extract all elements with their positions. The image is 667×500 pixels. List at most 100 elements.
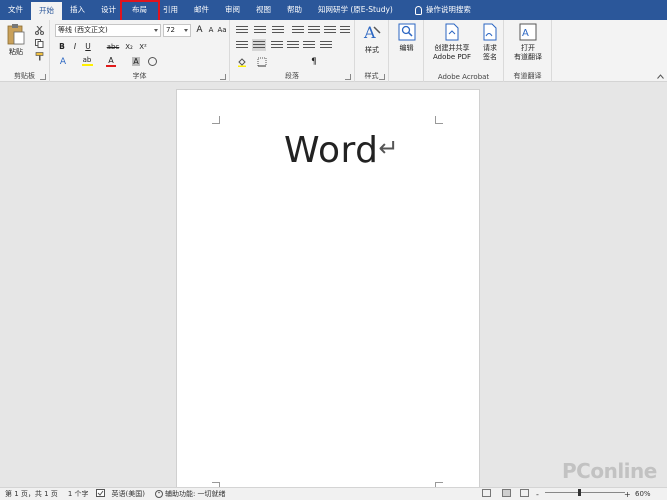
status-bar: 第 1 页，共 1 页 1 个字 英语(美国) 辅助功能: 一切就绪 60% -… (0, 487, 667, 500)
text-effects-button[interactable]: A (57, 56, 69, 67)
zoom-out-button[interactable]: - (536, 490, 539, 499)
font-size-value: 72 (166, 26, 175, 34)
acrobat-group-label: Adobe Acrobat (437, 73, 490, 81)
underline-button[interactable]: U (83, 41, 93, 52)
chinese-layout-icon[interactable] (324, 26, 336, 35)
tell-me-search[interactable]: 操作说明搜索 (407, 0, 479, 20)
align-right-icon[interactable] (271, 41, 283, 50)
distributed-icon[interactable] (303, 41, 315, 50)
grow-font-icon: A (196, 25, 203, 35)
tab-cnki-estudy[interactable]: 知网研学 (原E-Study) (310, 0, 401, 20)
format-painter-icon[interactable] (33, 51, 45, 61)
document-word: Word (284, 130, 379, 171)
borders-button[interactable] (256, 56, 268, 67)
paste-icon (7, 24, 25, 45)
align-left-icon[interactable] (236, 41, 248, 50)
zoom-level[interactable]: 60% (630, 490, 656, 498)
subscript-button[interactable]: X₂ (123, 41, 135, 52)
font-size-combo[interactable]: 72 (163, 24, 191, 37)
document-body-text[interactable]: Word↵ (284, 130, 399, 171)
editing-group: 编辑 (389, 20, 424, 82)
highlight-button[interactable]: ab (80, 56, 94, 67)
document-page[interactable]: Word↵ (176, 89, 480, 490)
search-icon (398, 23, 415, 41)
bold-button[interactable]: B (57, 41, 67, 52)
tab-file[interactable]: 文件 (0, 0, 31, 20)
web-layout-icon[interactable] (520, 489, 529, 497)
paragraph-mark-icon: ↵ (378, 134, 400, 162)
font-color-button[interactable]: A (105, 56, 117, 67)
word-count[interactable]: 1 个字 (63, 489, 94, 499)
styles-launcher-icon[interactable] (379, 74, 385, 80)
tab-design[interactable]: 设计 (93, 0, 124, 20)
ribbon: 粘贴 剪贴板 等线 (西文正文) 72 A A Aa B I U abc X₂ … (0, 20, 667, 82)
bullets-icon[interactable] (236, 26, 248, 35)
tab-mailings[interactable]: 邮件 (186, 0, 217, 20)
character-shading-icon: A (132, 57, 140, 66)
text-effects-icon: A (59, 56, 67, 67)
youdao-translate-button[interactable]: A 打开 有道翻译 (507, 23, 549, 62)
multilevel-list-icon[interactable] (272, 26, 284, 35)
italic-icon: I (73, 42, 77, 51)
bold-icon: B (59, 42, 65, 51)
cut-icon[interactable] (33, 25, 45, 35)
tab-view[interactable]: 视图 (248, 0, 279, 20)
font-launcher-icon[interactable] (220, 74, 226, 80)
print-layout-icon[interactable] (502, 489, 511, 497)
change-case-icon: Aa (217, 26, 227, 34)
italic-button[interactable]: I (70, 41, 80, 52)
paste-button[interactable]: 粘贴 (3, 23, 29, 57)
numbering-icon[interactable] (254, 26, 266, 35)
zoom-in-button[interactable]: + (624, 490, 631, 499)
paragraph-group-label: 段落 (285, 72, 299, 80)
read-mode-icon[interactable] (482, 489, 491, 497)
tab-help[interactable]: 帮助 (279, 0, 310, 20)
zoom-slider-thumb[interactable] (578, 489, 581, 496)
font-color-icon: A (108, 55, 114, 65)
create-pdf-label-2: Adobe PDF (432, 53, 471, 61)
highlight-icon: ab (82, 56, 92, 64)
strikethrough-button[interactable]: abc (106, 41, 120, 52)
request-sign-button[interactable]: 请求 签名 (478, 23, 502, 62)
tab-insert[interactable]: 插入 (62, 0, 93, 20)
superscript-icon: X² (139, 42, 147, 51)
font-group: 等线 (西文正文) 72 A A Aa B I U abc X₂ X² A ab… (50, 20, 230, 82)
tab-review[interactable]: 审阅 (217, 0, 248, 20)
character-shading-button[interactable]: A (130, 56, 142, 67)
font-name-value: 等线 (西文正文) (58, 26, 108, 34)
paste-label: 粘贴 (9, 48, 23, 56)
justify-icon[interactable] (287, 41, 299, 50)
tab-references[interactable]: 引用 (155, 0, 186, 20)
superscript-button[interactable]: X² (137, 41, 149, 52)
language-status[interactable]: 英语(美国) (107, 489, 150, 499)
zoom-slider[interactable] (545, 492, 625, 493)
increase-indent-icon[interactable] (308, 26, 320, 35)
clipboard-launcher-icon[interactable] (40, 74, 46, 80)
create-pdf-button[interactable]: 创建并共享 Adobe PDF (427, 23, 477, 62)
font-name-combo[interactable]: 等线 (西文正文) (55, 24, 161, 37)
sort-icon[interactable] (340, 26, 350, 35)
editing-button[interactable]: 编辑 (392, 23, 421, 53)
request-sign-label-1: 请求 (483, 44, 497, 52)
collapse-ribbon-button[interactable] (655, 72, 665, 80)
change-case-button[interactable]: Aa (216, 24, 228, 36)
grow-font-button[interactable]: A (194, 24, 205, 36)
proofing-icon[interactable] (94, 489, 107, 499)
accessibility-status[interactable]: 辅助功能: 一切就绪 (150, 489, 231, 499)
line-spacing-icon[interactable] (320, 41, 332, 50)
shrink-font-button[interactable]: A (206, 24, 216, 36)
page-count[interactable]: 第 1 页，共 1 页 (0, 489, 63, 499)
enclose-char-button[interactable] (146, 56, 158, 67)
paragraph-launcher-icon[interactable] (345, 74, 351, 80)
tab-layout[interactable]: 布局 (124, 0, 155, 20)
request-sign-label-2: 签名 (483, 53, 497, 61)
decrease-indent-icon[interactable] (292, 26, 304, 35)
styles-button[interactable]: A 样式 (358, 23, 386, 55)
styles-group: A 样式 样式 (355, 20, 389, 82)
show-marks-button[interactable]: ¶ (308, 56, 320, 67)
shading-button[interactable] (236, 56, 248, 67)
align-center-icon[interactable] (252, 39, 266, 51)
copy-icon[interactable] (33, 38, 45, 48)
tab-home[interactable]: 开始 (31, 2, 62, 20)
highlight-color-swatch (81, 64, 93, 66)
